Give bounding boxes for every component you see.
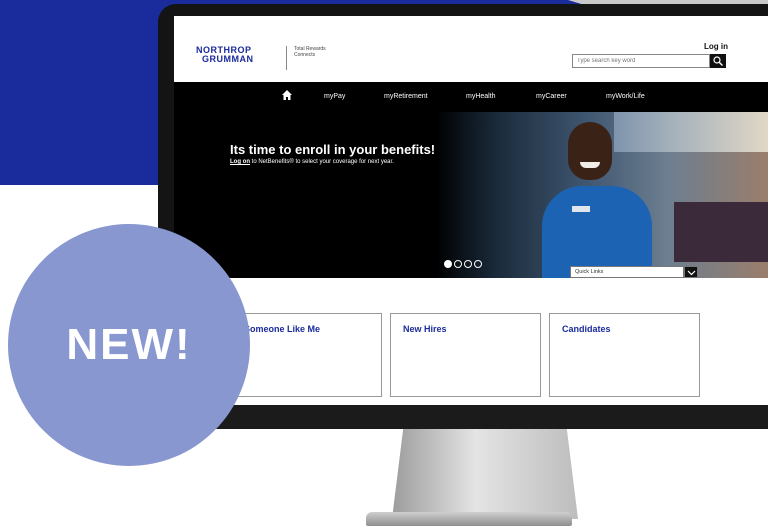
hero-banner[interactable]: Its time to enroll in your benefits! Log… xyxy=(174,112,768,278)
nav-item-myhealth[interactable]: myHealth xyxy=(466,93,496,100)
login-link[interactable]: Log in xyxy=(704,42,728,51)
hero-title: Its time to enroll in your benefits! xyxy=(230,142,436,157)
site-tagline: Total Rewards Connects xyxy=(294,46,326,58)
hero-person-head xyxy=(568,122,612,180)
card-new-hires[interactable]: New Hires xyxy=(390,313,541,397)
search-input[interactable] xyxy=(572,54,710,68)
quick-links-toggle[interactable] xyxy=(684,266,698,278)
carousel-dot-4[interactable] xyxy=(474,260,482,268)
carousel-dot-2[interactable] xyxy=(454,260,462,268)
monitor-stand xyxy=(392,429,578,519)
carousel-dots xyxy=(444,255,484,273)
logo-divider xyxy=(286,46,287,70)
hero-subtitle-text: to NetBenefits® to select your coverage … xyxy=(250,159,394,165)
carousel-dot-3[interactable] xyxy=(464,260,472,268)
search-icon xyxy=(713,56,723,66)
nav-item-myworklife[interactable]: myWork/Life xyxy=(606,93,645,100)
search-button[interactable] xyxy=(710,54,726,68)
card-someone-like-me[interactable]: Someone Like Me xyxy=(231,313,382,397)
home-icon[interactable] xyxy=(281,89,293,101)
new-badge-text: NEW! xyxy=(66,320,192,369)
main-nav: myPay myRetirement myHealth myCareer myW… xyxy=(174,82,768,112)
nav-item-mycareer[interactable]: myCareer xyxy=(536,93,567,100)
carousel-dot-1[interactable] xyxy=(444,260,452,268)
card-title: Candidates xyxy=(562,324,611,334)
hero-person-body xyxy=(542,186,652,278)
nav-item-mypay[interactable]: myPay xyxy=(324,93,345,100)
hero-photo-lights xyxy=(614,112,768,152)
monitor-stand-base xyxy=(366,512,572,526)
northrop-grumman-logo[interactable]: NORTHROP GRUMMAN xyxy=(196,46,254,64)
logo-line-2: GRUMMAN xyxy=(202,54,254,64)
hero-person-smile xyxy=(580,162,600,168)
hero-subtitle: Log on to NetBenefits® to select your co… xyxy=(230,159,394,165)
nav-item-myretirement[interactable]: myRetirement xyxy=(384,93,428,100)
card-candidates[interactable]: Candidates xyxy=(549,313,700,397)
hero-log-on-link[interactable]: Log on xyxy=(230,159,250,165)
hero-person-badge xyxy=(572,206,590,212)
chevron-down-icon xyxy=(687,270,696,276)
card-title: New Hires xyxy=(403,324,447,334)
card-title: Someone Like Me xyxy=(244,324,321,334)
quick-links-select[interactable]: Quick Links xyxy=(570,266,684,278)
monitor-screen: NORTHROP GRUMMAN Total Rewards Connects … xyxy=(174,16,768,405)
hero-photo-machinery xyxy=(674,202,768,262)
